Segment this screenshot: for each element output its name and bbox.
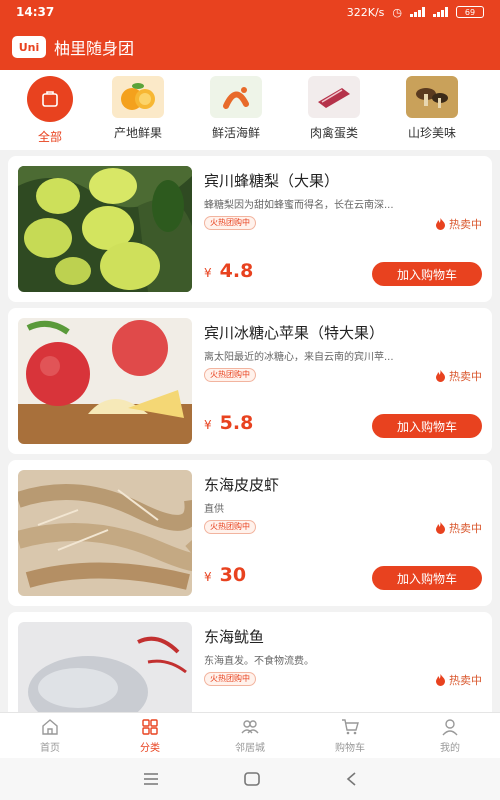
category-bar: 全部 产地鲜果 鲜活海鲜 肉禽蛋类 山珍美味: [0, 70, 500, 150]
hot-sale-badge: 热卖中: [435, 672, 482, 688]
category-label: 产地鲜果: [113, 126, 162, 140]
pear-image: [18, 166, 192, 292]
add-to-cart-button[interactable]: 加入购物车: [372, 262, 482, 286]
currency-symbol: ¥: [204, 266, 212, 280]
orange-icon: [112, 76, 164, 118]
product-card[interactable]: 东海鱿鱼 东海直发。不食物流费。 火热团购中 热卖中: [8, 612, 492, 712]
product-description: 离太阳最近的冰糖心，来自云南的宾川苹...: [204, 352, 394, 363]
group-buy-tag: 火热团购中: [204, 520, 256, 534]
product-title[interactable]: 宾川冰糖心苹果（特大果）: [204, 322, 384, 343]
product-card[interactable]: 宾川冰糖心苹果（特大果） 离太阳最近的冰糖心，来自云南的宾川苹... 火热团购中…: [8, 308, 492, 454]
product-title[interactable]: 宾川蜂糖梨（大果）: [204, 170, 339, 191]
hot-sale-label: 热卖中: [449, 522, 482, 535]
status-time: 14:37: [16, 5, 55, 19]
app-title: 柚里随身团: [54, 39, 135, 58]
hot-sale-badge: 热卖中: [435, 216, 482, 232]
product-title[interactable]: 东海皮皮虾: [204, 474, 279, 495]
category-label: 山珍美味: [407, 126, 456, 140]
fire-icon: [436, 370, 445, 382]
product-title[interactable]: 东海鱿鱼: [204, 626, 264, 647]
category-label: 全部: [37, 130, 62, 144]
apple-image: [18, 318, 192, 444]
price: ¥ 30: [204, 564, 246, 586]
bottom-tab-bar: 首页 分类 邻居城 购物车 我的: [0, 712, 500, 758]
group-buy-tag: 火热团购中: [204, 368, 256, 382]
fire-icon: [436, 218, 445, 230]
tab-profile[interactable]: 我的: [400, 713, 500, 758]
tab-cart[interactable]: 购物车: [300, 713, 400, 758]
price-value: 30: [219, 564, 247, 586]
category-label: 肉禽蛋类: [309, 126, 358, 140]
group-buy-tag: 火热团购中: [204, 216, 256, 230]
signal-icon-2: [433, 7, 448, 17]
fire-icon: [436, 674, 445, 686]
category-delicacy[interactable]: 山珍美味: [392, 76, 472, 141]
squid-image: [18, 622, 192, 712]
tab-home[interactable]: 首页: [0, 713, 100, 758]
product-card[interactable]: 宾川蜂糖梨（大果） 蜂糖梨因为甜如蜂蜜而得名，长在云南深... 火热团购中 热卖…: [8, 156, 492, 302]
price-value: 5.8: [219, 412, 254, 434]
mushroom-icon: [406, 76, 458, 118]
hot-sale-label: 热卖中: [449, 370, 482, 383]
hot-sale-label: 热卖中: [449, 218, 482, 231]
hot-sale-label: 热卖中: [449, 674, 482, 687]
battery-icon: 69: [456, 6, 484, 18]
menu-icon[interactable]: [143, 773, 159, 785]
price-value: 4.8: [219, 260, 254, 282]
category-icon: [142, 719, 158, 735]
home-button-icon[interactable]: [244, 772, 260, 786]
mantis-shrimp-image: [18, 470, 192, 596]
neighbors-icon: [241, 720, 259, 734]
cart-icon: [342, 719, 359, 735]
profile-icon: [442, 719, 458, 736]
tab-label: 我的: [440, 743, 460, 754]
back-icon[interactable]: [345, 772, 357, 786]
status-bar: 14:37 322K/s ◷ 69: [0, 0, 500, 24]
system-navigation-bar: [0, 758, 500, 800]
network-speed: 322K/s: [346, 5, 385, 19]
app-header: Uni 柚里随身团: [0, 24, 500, 70]
tab-label: 邻居城: [235, 743, 265, 754]
alarm-icon: ◷: [392, 5, 402, 19]
tab-label: 首页: [40, 743, 60, 754]
category-fruit[interactable]: 产地鲜果: [98, 76, 178, 141]
tab-neighbors[interactable]: 邻居城: [200, 713, 300, 758]
hot-sale-badge: 热卖中: [435, 368, 482, 384]
signal-icon: [410, 7, 425, 17]
tab-label: 分类: [140, 743, 160, 754]
category-label: 鲜活海鲜: [211, 126, 260, 140]
price: ¥ 4.8: [204, 260, 253, 282]
hot-sale-badge: 热卖中: [435, 520, 482, 536]
product-description: 直供: [204, 504, 224, 515]
category-seafood[interactable]: 鲜活海鲜: [196, 76, 276, 141]
meat-icon: [308, 76, 360, 118]
add-to-cart-button[interactable]: 加入购物车: [372, 566, 482, 590]
product-list[interactable]: 宾川蜂糖梨（大果） 蜂糖梨因为甜如蜂蜜而得名，长在云南深... 火热团购中 热卖…: [0, 152, 500, 712]
tab-label: 购物车: [335, 743, 365, 754]
category-all[interactable]: 全部: [10, 76, 90, 145]
product-description: 东海直发。不食物流费。: [204, 656, 314, 667]
tab-category[interactable]: 分类: [100, 713, 200, 758]
product-description: 蜂糖梨因为甜如蜂蜜而得名，长在云南深...: [204, 200, 394, 211]
price: ¥ 5.8: [204, 412, 253, 434]
app-logo: Uni: [12, 36, 46, 58]
home-icon: [42, 719, 58, 735]
currency-symbol: ¥: [204, 570, 212, 584]
add-to-cart-button[interactable]: 加入购物车: [372, 414, 482, 438]
status-indicators: 322K/s ◷ 69: [347, 6, 484, 19]
currency-symbol: ¥: [204, 418, 212, 432]
category-meat[interactable]: 肉禽蛋类: [294, 76, 374, 141]
product-card[interactable]: 东海皮皮虾 直供 火热团购中 热卖中 ¥ 30 加入购物车: [8, 460, 492, 606]
seafood-icon: [210, 76, 262, 118]
all-icon: [27, 76, 73, 122]
fire-icon: [436, 522, 445, 534]
group-buy-tag: 火热团购中: [204, 672, 256, 686]
